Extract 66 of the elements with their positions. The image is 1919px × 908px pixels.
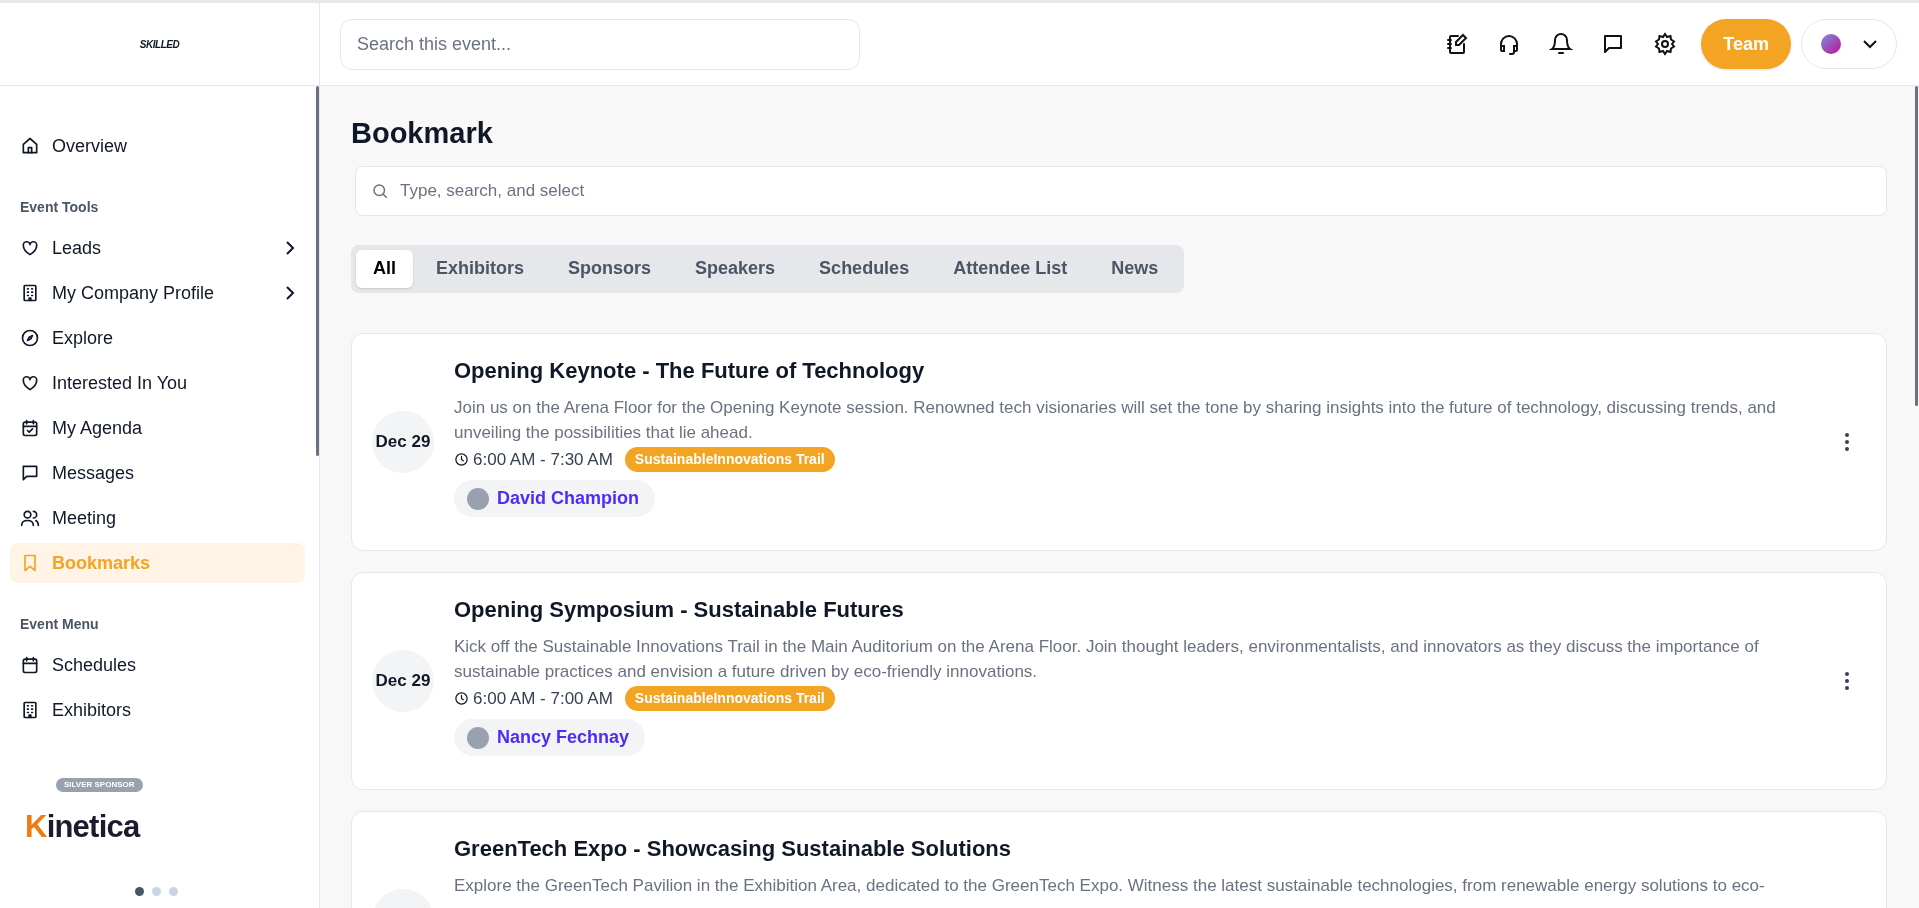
event-time: 6:00 AM - 7:00 AM: [473, 687, 613, 710]
calendar-check-icon: [20, 418, 40, 438]
speaker-chip[interactable]: David Champion: [454, 480, 655, 517]
sidebar-item[interactable]: Messages: [10, 453, 305, 493]
page-scrollbar-thumb[interactable]: [1915, 86, 1918, 406]
avatar-icon: [467, 487, 489, 510]
users-icon: [20, 508, 40, 528]
section-label: Event Tools: [19, 198, 100, 217]
sidebar-item[interactable]: Interested In You: [10, 363, 305, 403]
home-icon: [20, 136, 40, 156]
sidebar-item[interactable]: Explore: [10, 318, 305, 358]
clock-icon: [454, 690, 469, 706]
event-description: Kick off the Sustainable Innovations Trail in the Main Auditorium on the Arena Floor. Join thought leaders, environmentalists, and innovators as they discuss the importance of sustainable practices and envision a future driven by eco-friendly innovations.: [454, 635, 1760, 683]
date-badge: Dec 29: [372, 410, 434, 473]
avatar-icon: [467, 726, 489, 749]
calendar-icon: [20, 655, 40, 675]
page-title: Bookmark: [351, 116, 494, 151]
heart-icon: [20, 373, 40, 393]
filter-tab[interactable]: Attendee List: [932, 249, 1089, 288]
speaker-chip[interactable]: Nancy Fechnay: [454, 719, 646, 756]
bookmark-search-field[interactable]: Type, search, and select: [355, 165, 1887, 216]
building-icon: [20, 700, 40, 720]
more-options-icon[interactable]: [1844, 671, 1850, 690]
clock-icon: [454, 451, 469, 467]
sidebar-item[interactable]: Schedules: [10, 645, 305, 685]
chevron-down-icon: [1863, 39, 1877, 49]
event-description: Join us on the Arena Floor for the Opening Keynote session. Renowned tech visionaries will set the tone by sharing insights into the future of technology, discussing trends, and unveiling the possibilities that lie ahead.: [454, 396, 1777, 444]
notifications-icon[interactable]: [1549, 32, 1574, 56]
logo: SKILLED: [139, 37, 180, 52]
track-tag: SustainableInnovations Trail: [624, 446, 835, 472]
sidebar-item[interactable]: Leads: [10, 228, 305, 268]
event-card[interactable]: [351, 571, 1887, 790]
filter-tab[interactable]: Schedules: [798, 249, 931, 288]
event-title[interactable]: GreenTech Expo - Showcasing Sustainable Solutions: [454, 831, 1850, 865]
event-search-field[interactable]: Search this event...: [340, 18, 860, 70]
sidebar-item[interactable]: Meeting: [10, 498, 305, 538]
search-icon: [371, 181, 389, 200]
heart-icon: [20, 238, 40, 258]
section-label: Event Menu: [19, 615, 100, 634]
sponsor-logo[interactable]: Kinetica: [25, 804, 140, 851]
event-title[interactable]: Opening Symposium - Sustainable Futures: [454, 592, 1844, 626]
event-description: Explore the GreenTech Pavilion in the Exhibition Area, dedicated to the GreenTech Expo. Witness the latest sustainable technologies, from renewable energy solutions to eco-: [454, 874, 1766, 897]
sidebar-item[interactable]: My Agenda: [10, 408, 305, 448]
filter-tab[interactable]: Speakers: [674, 249, 797, 288]
event-title[interactable]: Opening Keynote - The Future of Technology: [454, 353, 1844, 387]
event-time: 6:00 AM - 7:30 AM: [473, 448, 613, 471]
avatar-icon: [1821, 34, 1841, 54]
filter-tab[interactable]: All: [356, 249, 413, 288]
sidebar-item[interactable]: Exhibitors: [10, 690, 305, 730]
scrollbar-thumb[interactable]: [316, 86, 319, 456]
filter-tab[interactable]: Sponsors: [547, 249, 673, 288]
track-tag: SustainableInnovations Trail: [624, 685, 835, 711]
sidebar-item[interactable]: My Company Profile: [10, 273, 305, 313]
sponsor-badge: SILVER SPONSOR: [56, 778, 143, 792]
building-icon: [20, 283, 40, 303]
profile-menu-button[interactable]: [1801, 19, 1897, 69]
compass-icon: [20, 328, 40, 348]
filter-tab[interactable]: News: [1090, 249, 1180, 288]
settings-icon[interactable]: [1653, 32, 1678, 56]
more-options-icon[interactable]: [1844, 432, 1850, 451]
date-badge: Dec 29: [372, 649, 434, 712]
chat-icon: [20, 463, 40, 483]
notebook-edit-icon[interactable]: [1445, 32, 1470, 56]
filter-tab[interactable]: Exhibitors: [415, 249, 546, 288]
event-card[interactable]: [351, 332, 1887, 551]
sidebar-item[interactable]: Overview: [10, 126, 305, 166]
